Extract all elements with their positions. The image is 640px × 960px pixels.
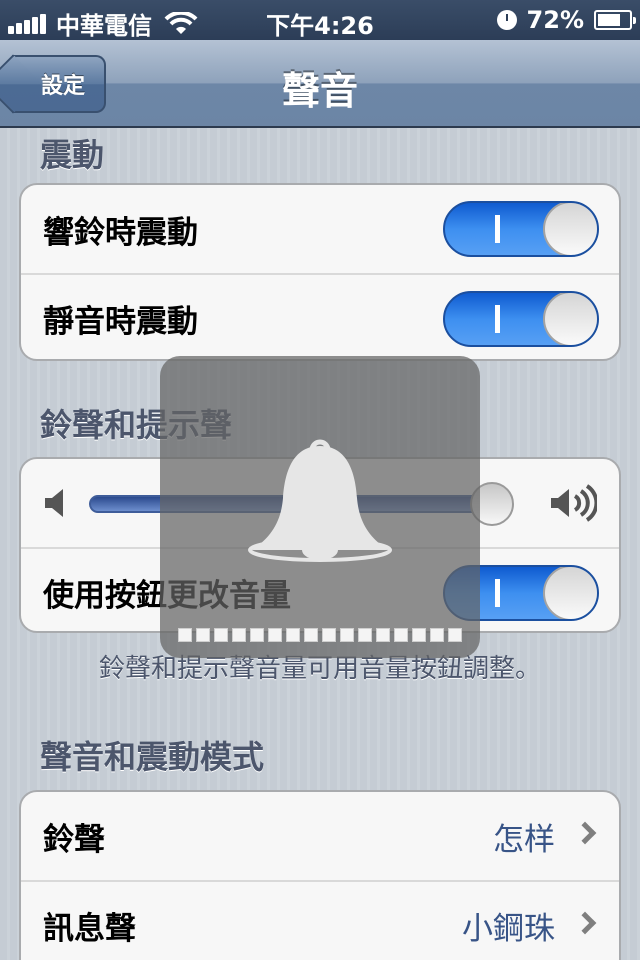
hud-level-segment bbox=[394, 628, 408, 642]
hud-volume-level bbox=[178, 628, 462, 642]
hud-level-segment bbox=[340, 628, 354, 642]
hud-level-segment bbox=[322, 628, 336, 642]
row-ringtone[interactable]: 鈴聲 怎样 bbox=[21, 792, 619, 880]
hud-level-segment bbox=[196, 628, 210, 642]
hud-level-segment bbox=[376, 628, 390, 642]
hud-level-segment bbox=[214, 628, 228, 642]
switch-knob bbox=[543, 293, 597, 345]
hud-level-segment bbox=[412, 628, 426, 642]
group-vibration: 響鈴時震動 靜音時震動 bbox=[19, 183, 621, 361]
back-button-label: 設定 bbox=[40, 74, 85, 99]
row-vibrate-on-ring: 響鈴時震動 bbox=[21, 185, 619, 273]
bell-icon bbox=[248, 439, 392, 562]
battery-icon bbox=[594, 10, 636, 30]
section-header-vibration: 震動 bbox=[40, 136, 105, 174]
status-right: 72% bbox=[496, 6, 636, 34]
volume-hud bbox=[160, 356, 480, 658]
hud-level-segment bbox=[178, 628, 192, 642]
group-patterns: 鈴聲 怎样 訊息聲 小鋼珠 bbox=[19, 790, 621, 960]
status-bar: 中華電信 下午4:26 72% bbox=[0, 0, 640, 40]
vibrate-on-ring-switch[interactable] bbox=[443, 201, 599, 257]
hud-level-segment bbox=[430, 628, 444, 642]
vibrate-on-silent-switch[interactable] bbox=[443, 291, 599, 347]
switch-on-mark bbox=[495, 305, 500, 333]
switch-knob bbox=[543, 203, 597, 255]
row-label: 鈴聲 bbox=[43, 821, 105, 858]
switch-on-mark bbox=[495, 215, 500, 243]
hud-level-segment bbox=[286, 628, 300, 642]
alarm-clock-icon bbox=[496, 10, 517, 30]
hud-level-segment bbox=[250, 628, 264, 642]
hud-level-segment bbox=[268, 628, 282, 642]
row-vibrate-on-silent: 靜音時震動 bbox=[21, 273, 619, 359]
battery-fill bbox=[598, 14, 620, 26]
page-title: 聲音 bbox=[281, 69, 358, 113]
speaker-low-icon bbox=[45, 489, 63, 517]
battery-percent: 72% bbox=[526, 6, 584, 34]
chevron-right-icon bbox=[573, 821, 597, 845]
navigation-bar: 設定 聲音 bbox=[0, 40, 640, 128]
row-label: 訊息聲 bbox=[43, 910, 136, 947]
chevron-right-icon bbox=[573, 911, 597, 935]
row-value: 小鋼珠 bbox=[462, 910, 555, 947]
row-label: 靜音時震動 bbox=[43, 303, 198, 340]
row-label: 響鈴時震動 bbox=[43, 214, 198, 251]
row-text-tone[interactable]: 訊息聲 小鋼珠 bbox=[21, 880, 619, 960]
hud-level-segment bbox=[304, 628, 318, 642]
hud-level-segment bbox=[448, 628, 462, 642]
row-value: 怎样 bbox=[493, 821, 555, 858]
hud-level-segment bbox=[232, 628, 246, 642]
hud-level-segment bbox=[358, 628, 372, 642]
switch-knob bbox=[543, 567, 597, 619]
section-header-patterns: 聲音和震動模式 bbox=[40, 738, 265, 776]
speaker-high-icon bbox=[551, 484, 597, 522]
switch-on-mark bbox=[495, 579, 500, 607]
